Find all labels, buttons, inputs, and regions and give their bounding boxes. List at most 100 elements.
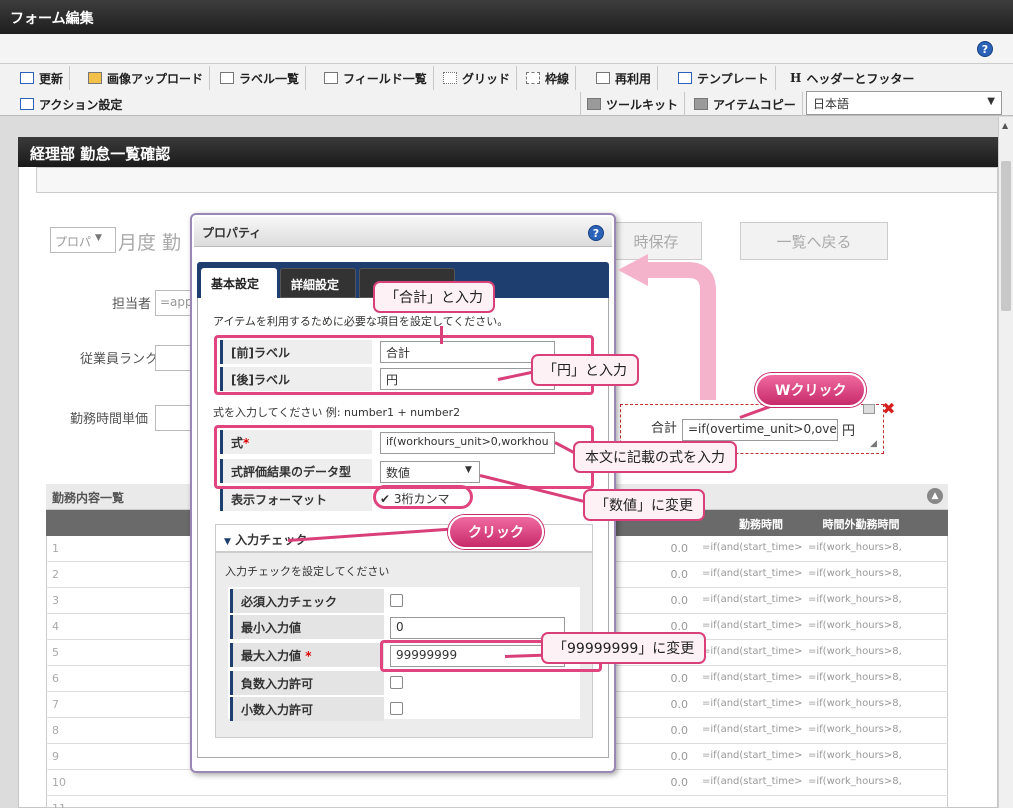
scroll-up-icon[interactable]: ▲ <box>1002 121 1008 130</box>
max-value-label: 最大入力値 * <box>230 643 384 667</box>
decimal-allow-label: 小数入力許可 <box>230 697 384 721</box>
row-work-hours: =if(and(start_time> <box>702 620 802 631</box>
collapse-icon[interactable]: ▲ <box>927 488 943 504</box>
table-row: 10 0.0 =if(and(start_time> =if(work_hours>8… <box>46 770 948 796</box>
help-bar: ? <box>0 34 1013 64</box>
row-work-hours: =if(and(start_time> <box>702 724 802 735</box>
field-list-button[interactable]: フィールド一覧 <box>318 66 434 90</box>
update-icon <box>20 72 34 84</box>
sum-formula-field[interactable]: =if(overtime_unit>0,overtim <box>682 419 838 441</box>
person-label: 担当者 <box>112 297 152 312</box>
row-work-hours: =if(and(start_time> <box>702 750 802 761</box>
table-row: 11 <box>46 796 948 808</box>
row-number: 6 <box>52 672 59 685</box>
reuse-icon <box>596 72 610 84</box>
unit-price-input[interactable] <box>155 405 195 431</box>
row-number: 11 <box>52 802 74 808</box>
col-work-hours: 勤務時間 <box>720 510 802 536</box>
row-overtime: =if(work_hours>8, <box>808 698 902 709</box>
callout-dblclick: Wクリック <box>755 373 867 407</box>
item-copy-button[interactable]: アイテムコピー <box>688 92 803 116</box>
image-upload-button[interactable]: 画像アップロード <box>82 66 211 90</box>
template-button[interactable]: テンプレート <box>672 66 776 90</box>
back-to-list-button[interactable]: 一覧へ戻る <box>740 222 888 260</box>
dialog-title: プロパティ <box>194 217 612 247</box>
grid-icon[interactable] <box>863 404 875 414</box>
rank-label: 従業員ランク <box>80 352 159 367</box>
callout-enter-yen: 「円」と入力 <box>531 354 639 386</box>
header-footer-button[interactable]: H ヘッダーとフッター <box>784 66 920 90</box>
row-work-hours: =if(and(start_time> <box>702 698 802 709</box>
label-list-button[interactable]: ラベル一覧 <box>214 66 307 90</box>
person-input[interactable]: =appl <box>155 290 196 316</box>
min-value-label: 最小入力値 <box>230 615 384 639</box>
help-icon[interactable]: ? <box>588 225 604 241</box>
row-overtime: =if(work_hours>8, <box>808 724 902 735</box>
highlight-format <box>373 485 473 509</box>
negative-checkbox[interactable] <box>390 676 403 689</box>
row-work-hours: =if(and(start_time> <box>702 776 802 787</box>
row-number: 4 <box>52 620 59 633</box>
row-number: 3 <box>52 594 59 607</box>
row-work-hours: =if(and(start_time> <box>702 646 802 657</box>
window-title: フォーム編集 <box>0 0 1013 34</box>
row-number: 2 <box>52 568 59 581</box>
decimal-checkbox[interactable] <box>390 702 403 715</box>
grid-button[interactable]: グリッド <box>437 66 518 90</box>
row-work-hours: =if(and(start_time> <box>702 542 802 553</box>
row-value: 0.0 <box>670 568 689 581</box>
language-select[interactable]: 日本語 ▼ <box>806 91 1002 115</box>
toolkit-button[interactable]: ツールキット <box>580 92 686 116</box>
row-overtime: =if(work_hours>8, <box>808 542 902 553</box>
close-icon[interactable]: ✖ <box>882 399 895 418</box>
chevron-down-icon: ▼ <box>95 233 102 243</box>
callout-enter-formula: 本文に記載の式を入力 <box>573 441 737 473</box>
check-intro: 入力チェックを設定してください <box>225 565 390 578</box>
scrollbar-thumb[interactable] <box>1001 161 1011 311</box>
required-checkbox[interactable] <box>390 594 403 607</box>
template-icon <box>678 72 692 84</box>
list-icon <box>220 72 234 84</box>
tab-basic-settings[interactable]: 基本設定 <box>201 268 277 298</box>
row-value: 0.0 <box>670 672 689 685</box>
month-select[interactable]: プロパ ▼ <box>50 227 116 253</box>
header-footer-icon: H <box>790 71 802 85</box>
resize-handle-icon[interactable]: ◢ <box>870 439 877 449</box>
image-icon <box>88 72 102 84</box>
border-icon <box>526 72 540 84</box>
form-subheader <box>36 167 998 193</box>
action-settings-button[interactable]: アクション設定 <box>14 92 128 116</box>
row-value: 0.0 <box>670 724 689 737</box>
row-overtime: =if(work_hours>8, <box>808 776 902 787</box>
reuse-button[interactable]: 再利用 <box>590 66 659 90</box>
month-title: 月度 勤 <box>118 232 182 254</box>
row-value: 0.0 <box>670 776 689 789</box>
update-button[interactable]: 更新 <box>14 66 71 90</box>
dialog-intro: アイテムを利用するために必要な項目を設定してください。 <box>213 315 509 328</box>
arrow-icon <box>618 254 716 400</box>
row-number: 1 <box>52 542 59 555</box>
tab-advanced-settings[interactable]: 詳細設定 <box>280 268 356 298</box>
rank-input[interactable] <box>155 345 195 371</box>
scrollbar[interactable]: ▲ <box>998 117 1013 808</box>
row-overtime: =if(work_hours>8, <box>808 568 902 579</box>
chevron-down-icon: ▼ <box>224 537 231 547</box>
help-icon[interactable]: ? <box>977 41 993 57</box>
row-work-hours: =if(and(start_time> <box>702 568 802 579</box>
highlight-formula <box>214 425 594 489</box>
row-work-hours: =if(and(start_time> <box>702 594 802 605</box>
border-button[interactable]: 枠線 <box>520 66 577 90</box>
sum-post-label: 円 <box>842 424 856 439</box>
row-value: 0.0 <box>670 542 689 555</box>
callout-enter-total: 「合計」と入力 <box>373 281 495 313</box>
unit-price-label: 勤務時間単価 <box>70 412 149 427</box>
row-overtime: =if(work_hours>8, <box>808 750 902 761</box>
callout-change-max: 「99999999」に変更 <box>541 632 707 664</box>
chevron-down-icon: ▼ <box>987 96 995 107</box>
sum-pre-label: 合計 <box>651 421 678 436</box>
required-check-label: 必須入力チェック <box>230 589 384 613</box>
min-value-input[interactable]: 0 <box>390 617 565 639</box>
row-overtime: =if(work_hours>8, <box>808 594 902 605</box>
row-value: 0.0 <box>670 698 689 711</box>
format-label: 表示フォーマット <box>220 487 372 511</box>
